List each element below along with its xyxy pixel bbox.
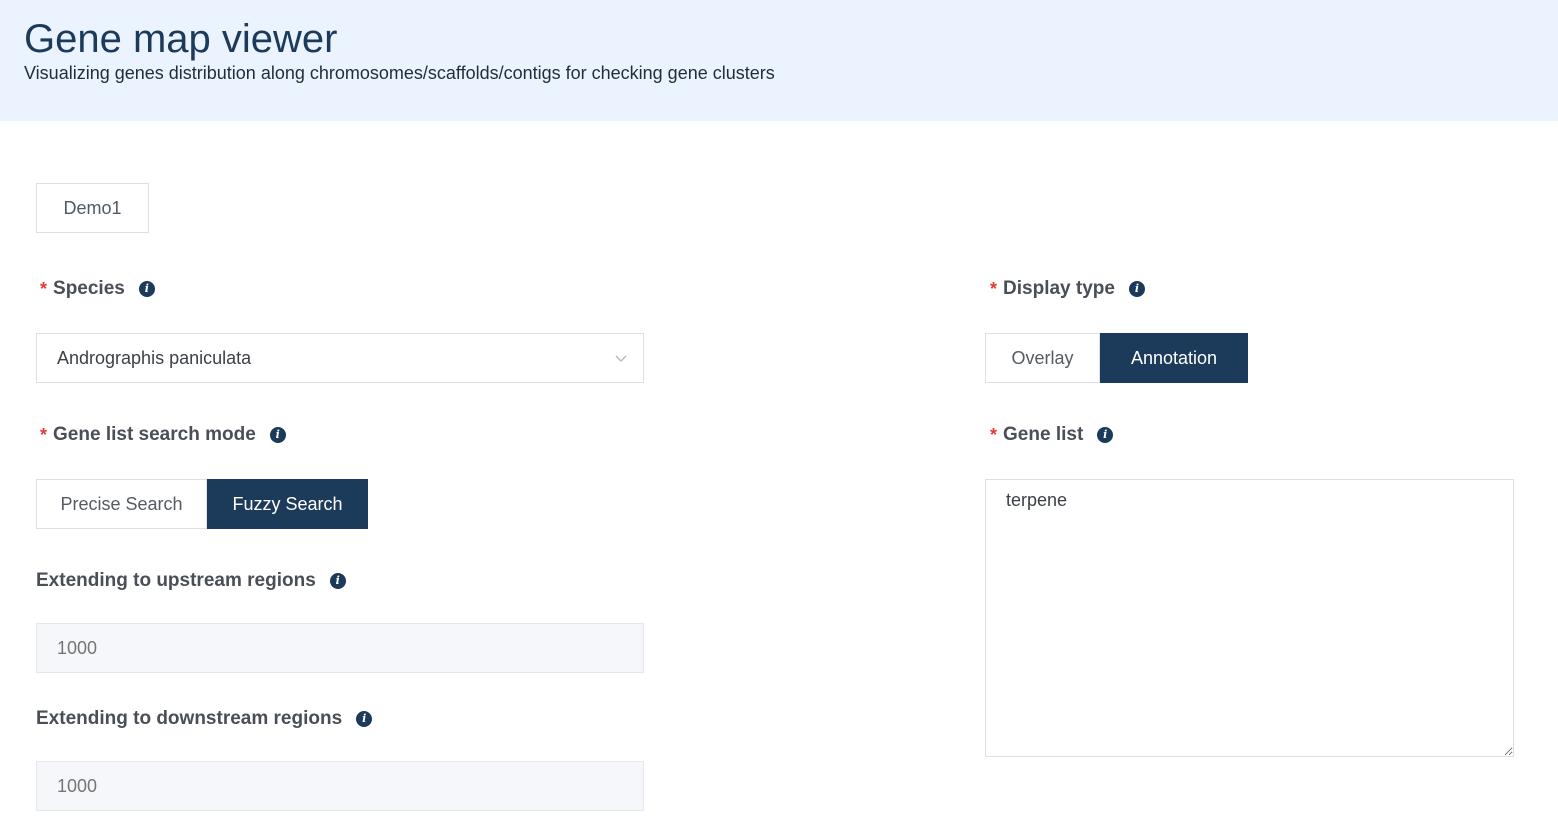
downstream-input[interactable] (36, 761, 644, 811)
info-icon[interactable]: i (1097, 427, 1114, 443)
gene-list-label-text: Gene list (1003, 424, 1084, 445)
display-type-label: * Display type i (990, 276, 1145, 302)
required-mark: * (40, 278, 48, 299)
search-mode-label: * Gene list search mode i (40, 422, 286, 448)
upstream-label: Extending to upstream regions i (36, 568, 346, 594)
page-title: Gene map viewer (24, 17, 338, 61)
info-icon[interactable]: i (356, 711, 373, 727)
chevron-down-icon (615, 355, 627, 362)
page-header: Gene map viewer Visualizing genes distri… (0, 0, 1558, 121)
info-icon[interactable]: i (1128, 281, 1145, 297)
gene-list-textarea[interactable]: terpene (985, 479, 1514, 757)
required-mark: * (990, 424, 998, 445)
precise-search-option[interactable]: Precise Search (36, 479, 207, 529)
info-icon[interactable]: i (138, 281, 155, 297)
page-subtitle: Visualizing genes distribution along chr… (24, 63, 775, 83)
species-label-text: Species (53, 278, 125, 299)
species-label: * Species i (40, 276, 155, 302)
downstream-label: Extending to downstream regions i (36, 706, 373, 732)
required-mark: * (40, 424, 48, 445)
upstream-label-text: Extending to upstream regions (36, 570, 316, 591)
display-type-toggle: Overlay Annotation (985, 333, 1248, 383)
demo1-button[interactable]: Demo1 (36, 183, 149, 233)
search-mode-label-text: Gene list search mode (53, 424, 256, 445)
overlay-option[interactable]: Overlay (985, 333, 1100, 383)
species-select[interactable]: Andrographis paniculata (36, 333, 644, 383)
annotation-option[interactable]: Annotation (1100, 333, 1248, 383)
info-icon[interactable]: i (329, 573, 346, 589)
required-mark: * (990, 278, 998, 299)
search-mode-toggle: Precise Search Fuzzy Search (36, 479, 368, 529)
upstream-input[interactable] (36, 623, 644, 673)
downstream-label-text: Extending to downstream regions (36, 708, 343, 729)
info-icon[interactable]: i (269, 427, 286, 443)
gene-list-label: * Gene list i (990, 422, 1114, 448)
species-select-value: Andrographis paniculata (57, 347, 252, 368)
fuzzy-search-option[interactable]: Fuzzy Search (207, 479, 368, 529)
display-type-label-text: Display type (1003, 278, 1115, 299)
